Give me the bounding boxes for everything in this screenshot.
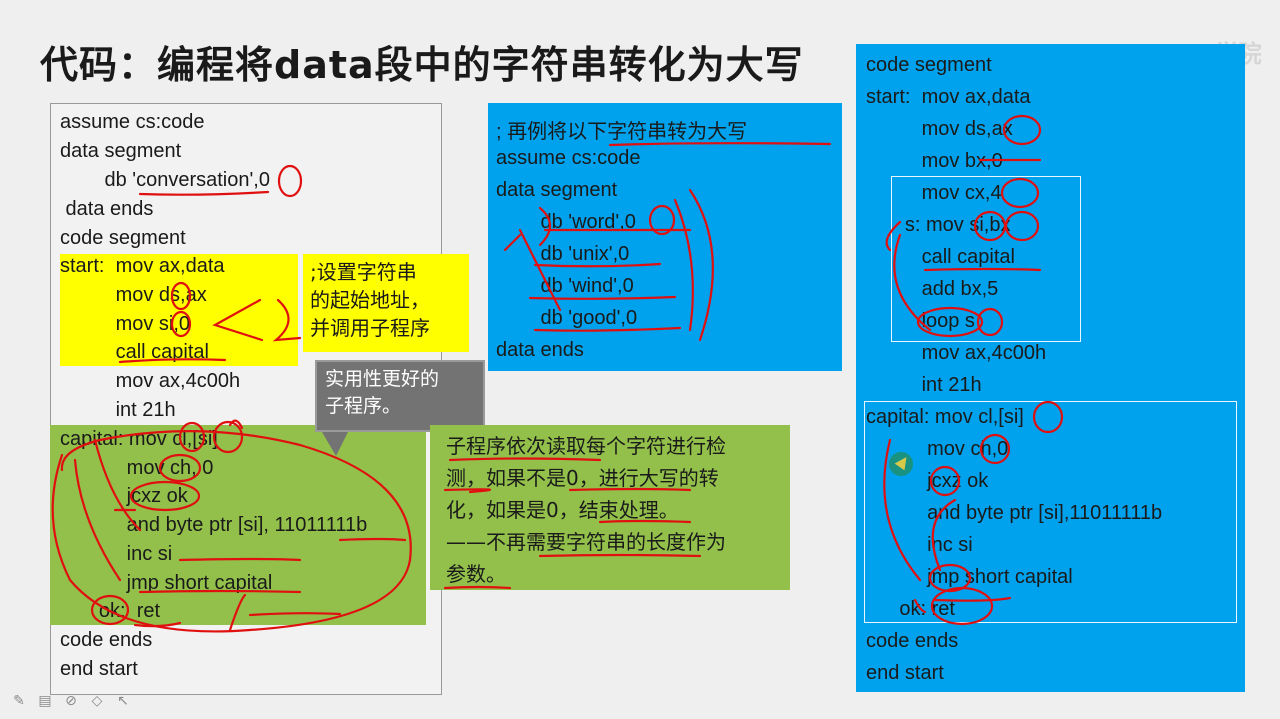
code-line: capital: mov cl,[si] <box>60 428 218 450</box>
code-line: start: mov ax,data <box>866 86 1031 108</box>
code-line: code ends <box>866 630 959 652</box>
code-line: mov cx,4 <box>866 182 1002 204</box>
code-line: data ends <box>496 339 584 361</box>
code-line: mov ds,ax <box>60 284 207 306</box>
code-line: mov bx,0 <box>866 150 1003 172</box>
note-line: ;设置字符串 <box>310 260 417 284</box>
code-line: jmp short capital <box>866 566 1073 588</box>
code-line: mov ax,4c00h <box>60 370 241 392</box>
note-line: ——不再需要字符串的长度作为 <box>446 530 726 554</box>
code-line: data ends <box>60 198 154 220</box>
code-line: inc si <box>866 534 973 556</box>
code-line: int 21h <box>60 399 176 421</box>
code-line: data segment <box>60 140 182 162</box>
note-line: 子程序依次读取每个字符进行检 <box>446 434 726 458</box>
pen-icon[interactable]: ✎ <box>10 692 28 710</box>
note-line: 化，如果是0，结束处理。 <box>446 498 679 522</box>
code-line: and byte ptr [si],11011111b <box>866 502 1163 524</box>
code-line: assume cs:code <box>60 111 205 133</box>
callout-bubble: 实用性更好的 子程序。 <box>315 360 485 432</box>
slide-icon[interactable]: ▤ <box>36 692 54 710</box>
code-line: assume cs:code <box>496 147 641 169</box>
code-line: loop s <box>866 310 975 332</box>
code-line: code segment <box>60 227 186 249</box>
annotation-toolbar: ✎ ▤ ⊘ ◇ ↖ <box>10 690 132 712</box>
code-line: add bx,5 <box>866 278 999 300</box>
note-line: 的起始地址， <box>310 288 430 312</box>
code-line: inc si <box>60 543 173 565</box>
note-line: 参数。 <box>446 562 506 586</box>
note-line: 测，如果不是0，进行大写的转 <box>446 466 719 490</box>
code-line: ok: ret <box>60 600 161 622</box>
code-line: capital: mov cl,[si] <box>866 406 1024 428</box>
code-line: start: mov ax,data <box>60 255 225 277</box>
code-line: db 'wind',0 <box>496 275 634 297</box>
callout-line: 实用性更好的 <box>325 368 440 390</box>
code-line: jcxz ok <box>866 470 989 492</box>
code-line: mov ax,4c00h <box>866 342 1047 364</box>
callout-line: 子程序。 <box>325 395 402 417</box>
slide-title: 代码：编程将data段中的字符串转化为大写 <box>40 43 804 87</box>
code-line: call capital <box>866 246 1015 268</box>
code-line: code ends <box>60 629 153 651</box>
code-line: jcxz ok <box>60 485 188 507</box>
code-line: mov si,0 <box>60 313 191 335</box>
code-line: db 'conversation',0 <box>60 169 270 191</box>
code-line: ; 再例将以下字符串转为大写 <box>496 121 748 143</box>
code-line: and byte ptr [si], 11011111b <box>60 514 368 536</box>
code-line: db 'good',0 <box>496 307 638 329</box>
code-line: mov ds,ax <box>866 118 1013 140</box>
code-line: jmp short capital <box>60 572 273 594</box>
pointer-icon[interactable]: ↖ <box>114 692 132 710</box>
code-line: call capital <box>60 341 209 363</box>
code-line: int 21h <box>866 374 982 396</box>
eraser-icon[interactable]: ◇ <box>88 692 106 710</box>
code-line: db 'word',0 <box>496 211 636 233</box>
code-line: mov ch, 0 <box>60 457 214 479</box>
code-line: db 'unix',0 <box>496 243 630 265</box>
code-line: ok: ret <box>866 598 955 620</box>
code-line: end start <box>866 662 944 684</box>
code-line: data segment <box>496 179 618 201</box>
note-line: 并调用子程序 <box>310 316 430 340</box>
code-line: s: mov si,bx <box>866 214 1011 236</box>
code-line: end start <box>60 658 138 680</box>
code-line: mov ch,0 <box>866 438 1009 460</box>
edit-icon[interactable]: ⊘ <box>62 692 80 710</box>
callout-tail <box>322 432 348 456</box>
code-line: code segment <box>866 54 992 76</box>
